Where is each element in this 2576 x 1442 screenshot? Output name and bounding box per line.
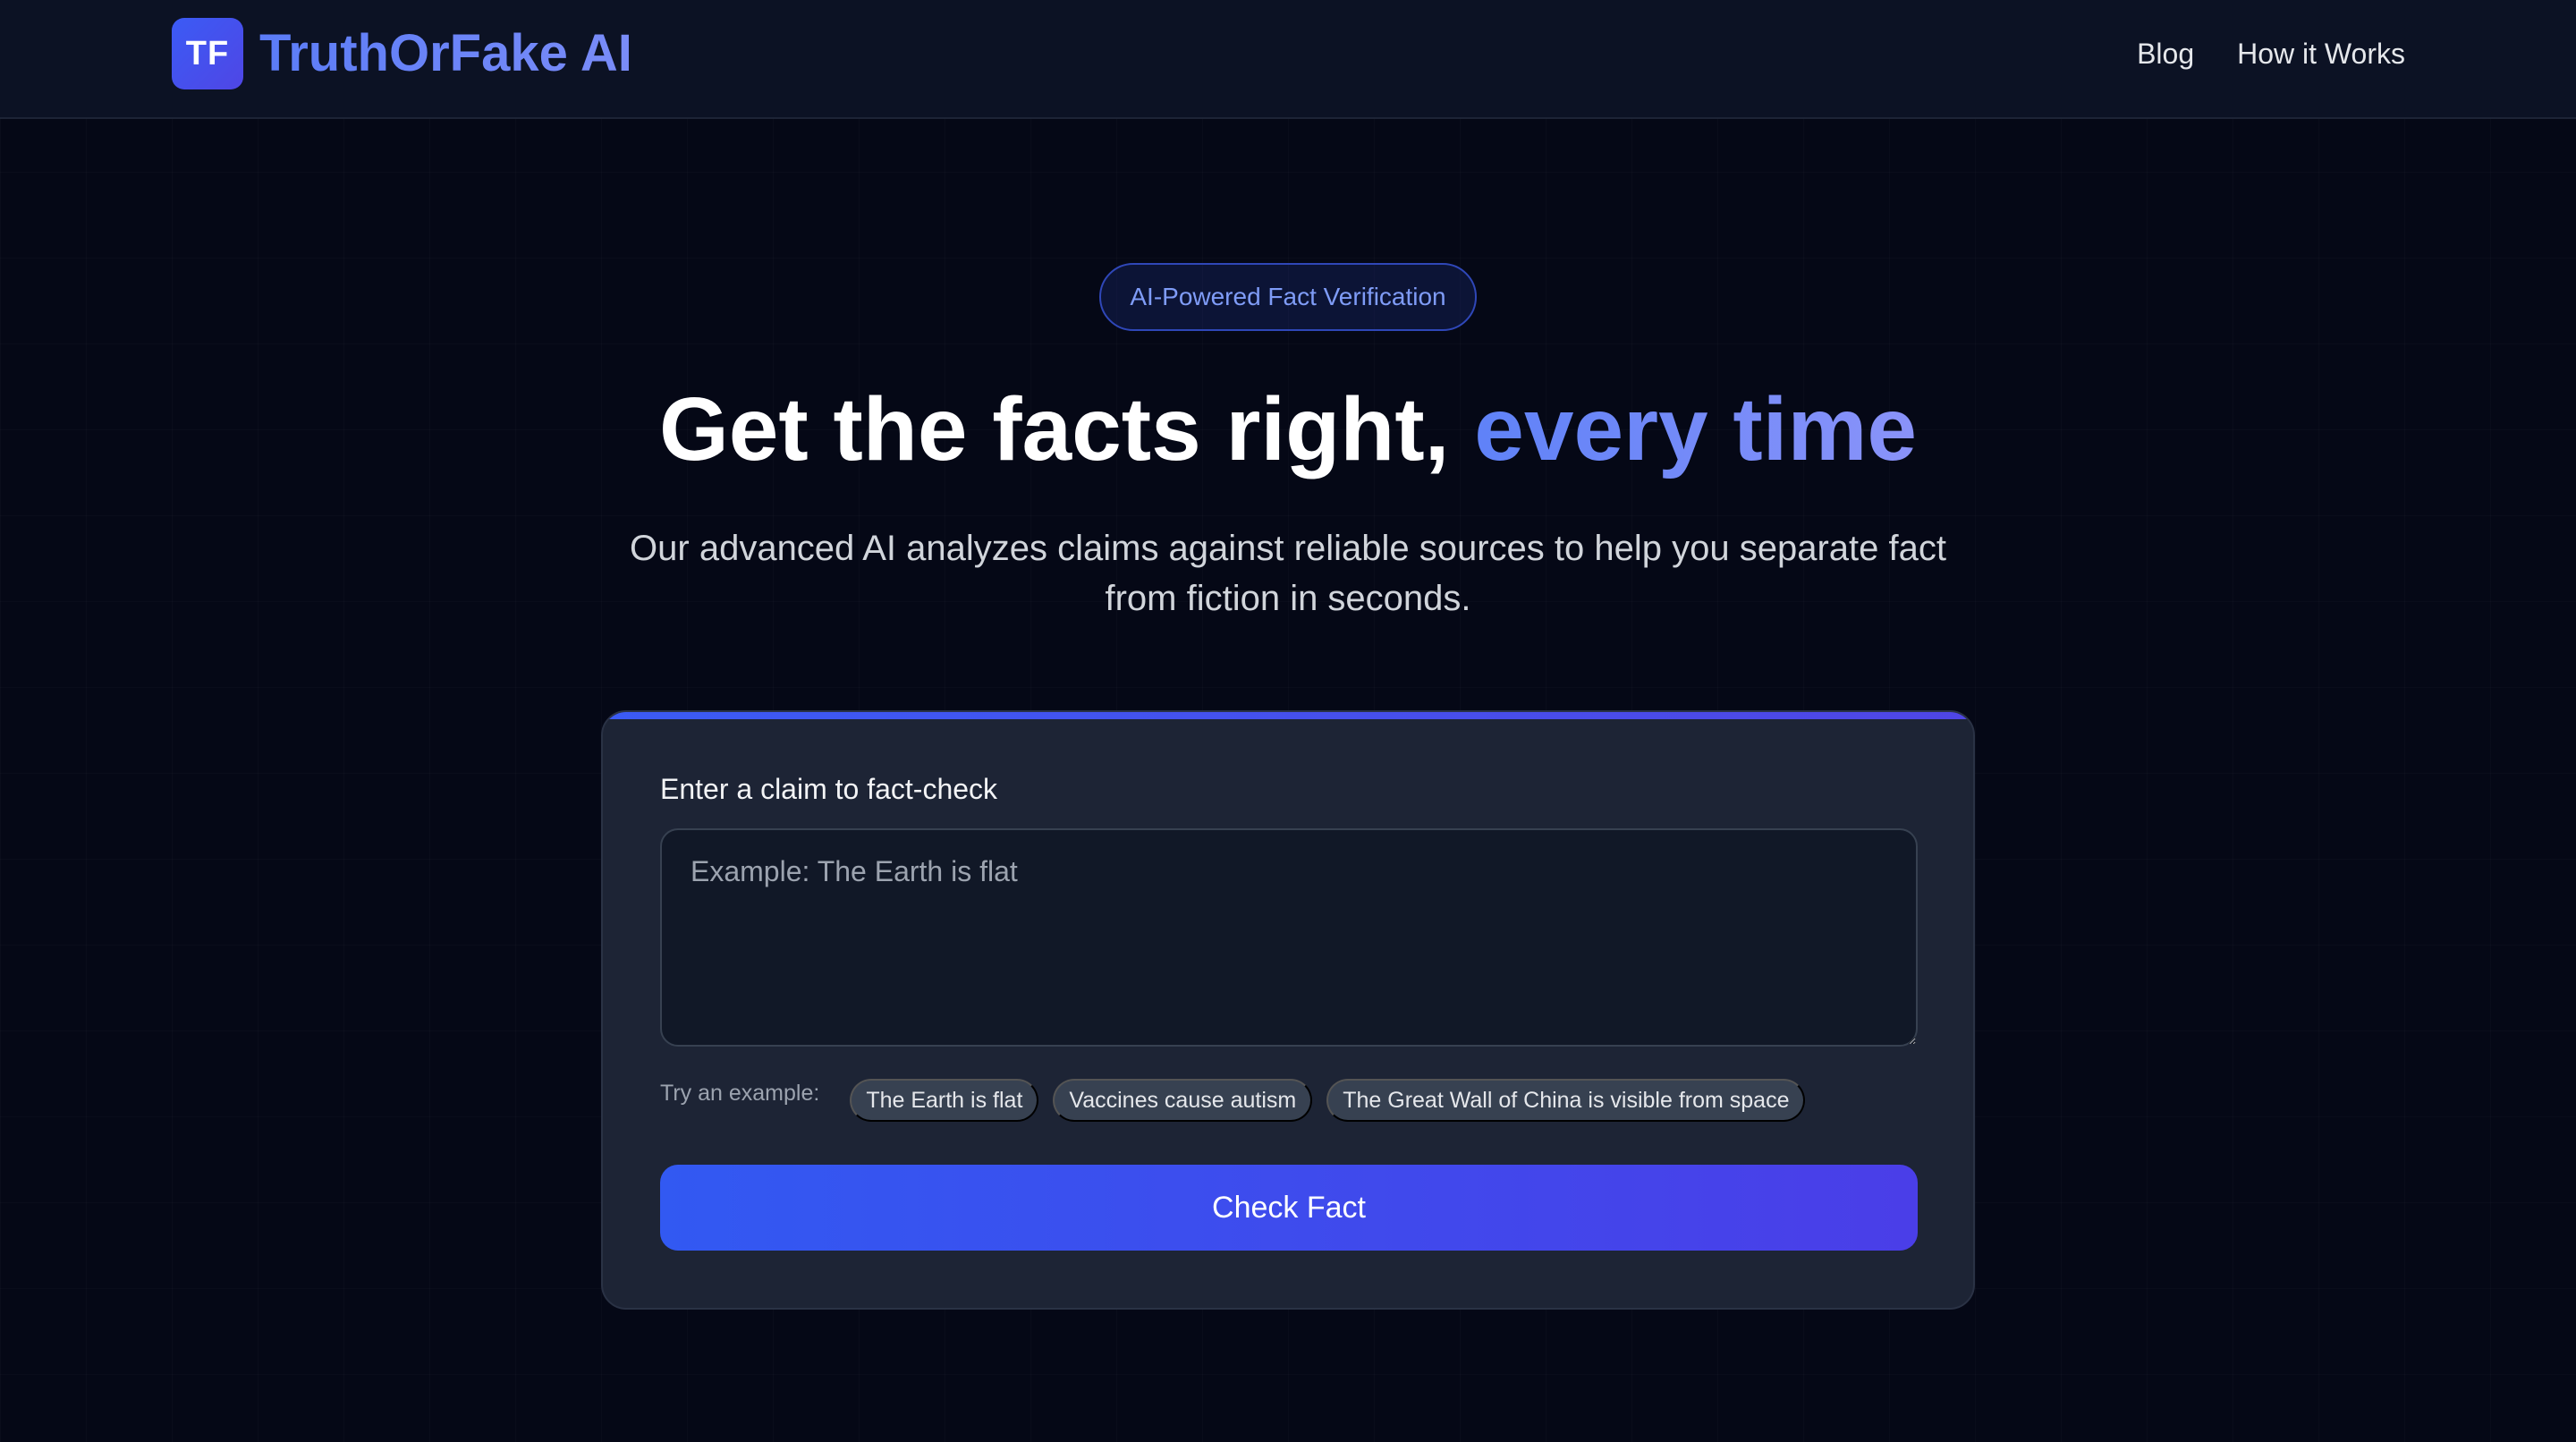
examples-row: Try an example: The Earth is flat Vaccin… — [660, 1079, 1819, 1122]
nav-link-blog[interactable]: Blog — [2137, 36, 2194, 72]
brand-name: TruthOrFake AI — [259, 24, 632, 82]
example-chip-vaccines-autism[interactable]: Vaccines cause autism — [1053, 1079, 1313, 1122]
brand-home-link[interactable]: TF TruthOrFake AI — [172, 18, 632, 89]
example-chip-great-wall[interactable]: The Great Wall of China is visible from … — [1326, 1079, 1806, 1122]
hero-subtitle: Our advanced AI analyzes claims against … — [630, 529, 1946, 618]
example-chip-earth-flat[interactable]: The Earth is flat — [850, 1079, 1039, 1122]
card-accent-bar — [603, 712, 1973, 719]
check-fact-button[interactable]: Check Fact — [660, 1165, 1918, 1251]
hero-title-main: Get the facts right, — [658, 379, 1475, 479]
claim-input[interactable] — [660, 828, 1918, 1047]
fact-check-card: Enter a claim to fact-check Try an examp… — [601, 710, 1975, 1310]
hero-badge: AI-Powered Fact Verification — [1099, 263, 1477, 331]
logo-icon: TF — [172, 18, 243, 89]
claim-field-label: Enter a claim to fact-check — [660, 773, 998, 805]
top-nav: Blog How it Works — [2137, 36, 2405, 72]
hero-title: Get the facts right, every time — [0, 376, 2576, 483]
hero-title-accent: every time — [1474, 379, 1917, 479]
nav-link-how-it-works[interactable]: How it Works — [2237, 36, 2405, 72]
examples-label: Try an example: — [660, 1081, 820, 1106]
site-header: TF TruthOrFake AI Blog How it Works — [0, 0, 2576, 119]
